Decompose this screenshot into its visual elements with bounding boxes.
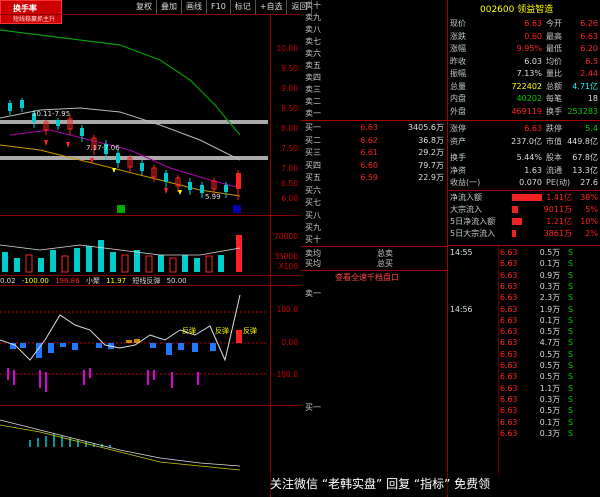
sell-order-row[interactable]: 卖三 (302, 84, 448, 97)
volume-ma-line (0, 244, 241, 256)
buy-order-row[interactable]: 买九 (302, 222, 448, 235)
tick-row: 6.63 0.3万 S (500, 281, 573, 291)
buy-order-row[interactable]: 买一 6.63 3405.6万 (302, 122, 448, 135)
indicator-magenta (7, 368, 199, 392)
buy-order-row[interactable]: 买六 (302, 185, 448, 198)
queue-buy-label: 买一 (305, 403, 321, 412)
tick-row: 6.63 1.1万 S (500, 383, 573, 393)
tick-row: 6.63 0.5万 S (500, 327, 573, 337)
sell-order-row[interactable]: 卖四 (302, 72, 448, 85)
buy-order-row[interactable]: 买七 (302, 197, 448, 210)
flow-row: 5日净流入额 1.21亿 10% (450, 217, 598, 226)
buy-order-row[interactable]: 买三 6.61 29.2万 (302, 147, 448, 160)
flow-row: 大宗流入 9011万 5% (450, 205, 598, 214)
indicator-values-bar: 0.02 -100.00 196.86 小聚 11.97 短线反弹 50.00 (0, 277, 187, 285)
yellow-markers (112, 168, 182, 195)
price-mark-low: 5.99 (205, 193, 221, 201)
tick-row: 6.63 0.5万 S (500, 406, 573, 416)
tick-row: 6.63 0.3万 S (500, 428, 573, 438)
buy-marker-2 (233, 205, 241, 213)
tick-row: 6.63 0.5万 S (500, 349, 573, 359)
volume-bars (2, 235, 242, 273)
buy-order-row[interactable]: 买二 6.62 36.8万 (302, 135, 448, 148)
tick-row: 6.63 0.1万 S (500, 417, 573, 427)
kline-chart-area[interactable] (0, 0, 300, 497)
sell-order-row[interactable]: 卖八 (302, 24, 448, 37)
price-mark-mid: 7.17-7.06 (86, 144, 120, 152)
label-fan1: 反弹 (182, 327, 196, 335)
buy-order-row[interactable]: 买十 (302, 234, 448, 247)
buy-order-row[interactable]: 买四 6.60 79.7万 (302, 160, 448, 173)
tick-row: 6.63 2.3万 S (500, 293, 573, 303)
buy-avg-row: 买均 总买 (305, 259, 393, 268)
queue-sell-label: 卖一 (305, 289, 321, 298)
buy-marker (117, 205, 125, 213)
sell-order-row[interactable]: 卖九 (302, 12, 448, 25)
sell-order-row[interactable]: 卖五 (302, 60, 448, 73)
tick-row: 14:55 6.63 0.5万 S (450, 248, 573, 257)
support-band (0, 156, 268, 160)
sell-order-row[interactable]: 卖六 (302, 48, 448, 61)
tick-row: 6.63 0.3万 S (500, 394, 573, 404)
indicator-bars (10, 330, 242, 358)
flow-row: 净流入额 1.41亿 38% (450, 193, 598, 202)
macd-bars (29, 434, 111, 447)
sell-order-row[interactable]: 卖七 (302, 36, 448, 49)
tick-row: 6.63 0.5万 S (500, 361, 573, 370)
sell-order-row[interactable]: 卖一 (302, 108, 448, 121)
sell-order-row[interactable]: 卖十 (302, 0, 448, 13)
label-fan2: 反弹 (215, 327, 229, 335)
label-fan3: 反弹 (243, 327, 257, 335)
sell-order-row[interactable]: 卖二 (302, 96, 448, 109)
tick-row: 6.63 4.7万 S (500, 338, 573, 348)
buy-order-row[interactable]: 买八 (302, 210, 448, 223)
tick-row: 6.63 0.9万 S (500, 270, 573, 280)
watermark-text: 关注微信 “老韩实盘” 回复 “指标” 免费领 (270, 473, 600, 495)
macd-dif (0, 419, 241, 467)
tick-row: 6.63 0.1万 S (500, 315, 573, 325)
buy-order-row[interactable]: 买五 6.59 22.9万 (302, 172, 448, 185)
flow-row: 5日大宗流入 3861万 2% (450, 229, 598, 238)
tick-row: 6.63 0.1万 S (500, 259, 573, 269)
tick-row: 6.63 0.5万 S (500, 372, 573, 382)
view-all-depth-link[interactable]: 查看全速千档盘口 (335, 272, 399, 283)
price-mark-high: 10.11-7.95 (32, 110, 71, 118)
tick-row: 14:56 6.63 1.9万 S (450, 304, 573, 314)
